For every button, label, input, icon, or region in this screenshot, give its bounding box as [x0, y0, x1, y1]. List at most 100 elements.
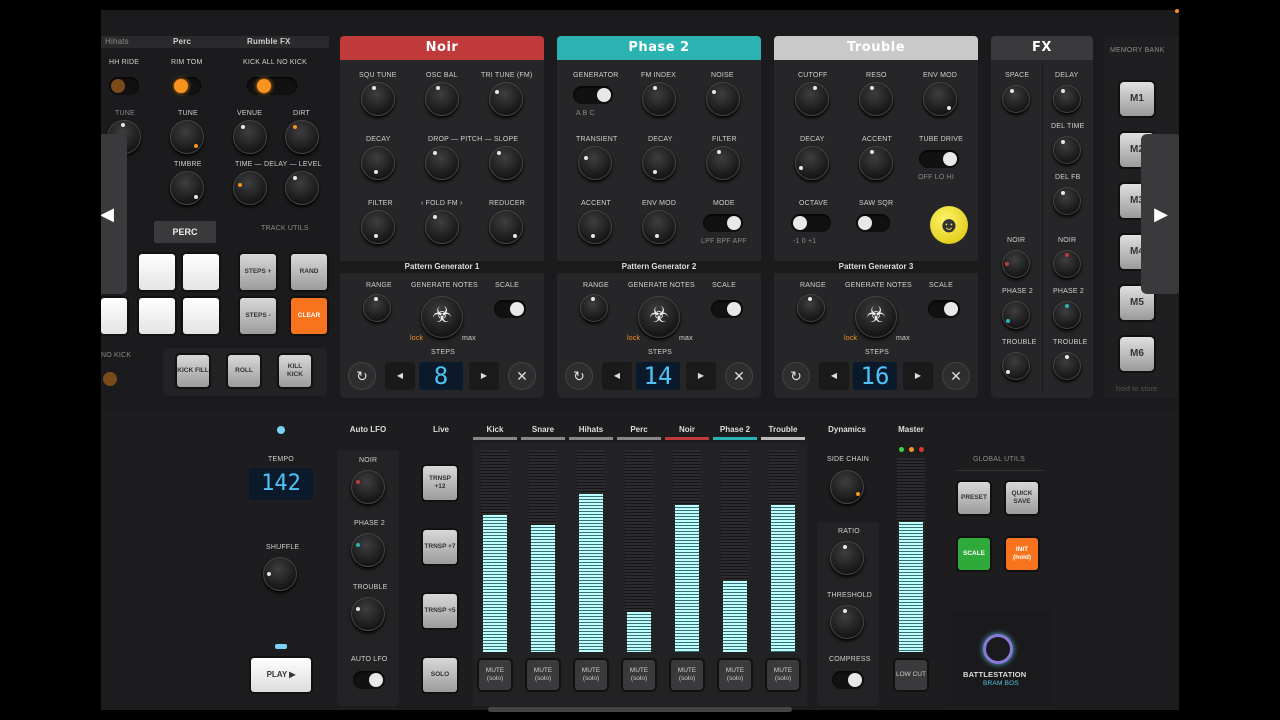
perc-button[interactable]: PERC — [154, 221, 216, 243]
master-fader[interactable] — [897, 458, 925, 652]
phase2-accent-knob[interactable] — [578, 210, 612, 244]
phase2-mode-switch[interactable] — [703, 214, 743, 232]
transpose-5-button[interactable]: TRNSP +5 — [423, 594, 457, 628]
fader-perc[interactable] — [625, 450, 653, 652]
tempo-display[interactable]: 142 — [249, 468, 313, 500]
phase2-generator-switch[interactable] — [573, 86, 613, 104]
lfo-noir-knob[interactable] — [351, 470, 385, 504]
fx-noir-send-2-knob[interactable] — [1053, 250, 1081, 278]
phase2-refresh-button[interactable]: ↻ — [566, 363, 592, 389]
phase2-filter-knob[interactable] — [706, 146, 740, 180]
venue-knob[interactable] — [233, 120, 267, 154]
play-button[interactable]: PLAY ▶ — [251, 658, 311, 692]
mute-snare[interactable]: MUTE (solo) — [527, 660, 559, 690]
noir-tri-tune-knob[interactable] — [489, 82, 523, 116]
solo-button[interactable]: SOLO — [423, 658, 457, 692]
mute-kick[interactable]: MUTE (solo) — [479, 660, 511, 690]
trouble-steps-down[interactable]: ◀ — [819, 362, 849, 390]
step-pad-4[interactable] — [139, 298, 175, 334]
mute-noir[interactable]: MUTE (solo) — [671, 660, 703, 690]
fader-snare[interactable] — [529, 450, 557, 652]
fx-delay-knob[interactable] — [1053, 85, 1081, 113]
kill-kick-button[interactable]: KILL KICK — [279, 355, 311, 387]
kick-fill-button[interactable]: KICK FILL — [177, 355, 209, 387]
noir-generate-notes-knob[interactable]: ☣ — [421, 296, 463, 338]
level-knob[interactable] — [285, 171, 319, 205]
fader-kick[interactable] — [481, 450, 509, 652]
phase2-generate-notes-knob[interactable]: ☣ — [638, 296, 680, 338]
step-pad-2[interactable] — [183, 254, 219, 290]
prev-page-tab[interactable]: ◀ — [101, 134, 127, 294]
scale-button[interactable]: SCALE — [958, 538, 990, 570]
trouble-accent-knob[interactable] — [859, 146, 893, 180]
clear-button[interactable]: CLEAR — [291, 298, 327, 334]
tab-hihats[interactable]: Hihats — [105, 37, 129, 46]
step-pad-1[interactable] — [139, 254, 175, 290]
phase2-scale-toggle[interactable] — [711, 300, 743, 318]
noir-squ-tune-knob[interactable] — [361, 82, 395, 116]
noir-filter-knob[interactable] — [361, 210, 395, 244]
auto-lfo-toggle[interactable] — [353, 671, 385, 689]
trouble-generate-notes-knob[interactable]: ☣ — [855, 296, 897, 338]
noir-steps-up[interactable]: ▶ — [469, 362, 499, 390]
noir-steps-down[interactable]: ◀ — [385, 362, 415, 390]
mute-hihats[interactable]: MUTE (solo) — [575, 660, 607, 690]
mute-phase2[interactable]: MUTE (solo) — [719, 660, 751, 690]
phase2-env-mod-knob[interactable] — [642, 210, 676, 244]
phase2-clear-button[interactable]: ✕ — [726, 363, 752, 389]
threshold-knob[interactable] — [830, 605, 864, 639]
init-button[interactable]: INIT (hold) — [1006, 538, 1038, 570]
lfo-trouble-knob[interactable] — [351, 597, 385, 631]
compress-toggle[interactable] — [832, 671, 864, 689]
transpose-12-button[interactable]: TRNSP +12 — [423, 466, 457, 500]
dirt-knob[interactable] — [285, 120, 319, 154]
memory-slot-m6[interactable]: M6 — [1120, 337, 1154, 371]
timbre-knob[interactable] — [170, 171, 204, 205]
fader-trouble[interactable] — [769, 450, 797, 652]
transpose-7-button[interactable]: TRNSP +7 — [423, 530, 457, 564]
phase2-noise-knob[interactable] — [706, 82, 740, 116]
mute-trouble[interactable]: MUTE (solo) — [767, 660, 799, 690]
step-pad-3[interactable] — [101, 298, 127, 334]
kick-mode-toggle[interactable] — [247, 77, 297, 95]
trouble-env-mod-knob[interactable] — [923, 82, 957, 116]
mute-perc[interactable]: MUTE (solo) — [623, 660, 655, 690]
fader-phase2[interactable] — [721, 450, 749, 652]
fx-noir-send-1-knob[interactable] — [1002, 250, 1030, 278]
trouble-cutoff-knob[interactable] — [795, 82, 829, 116]
fx-del-fb-knob[interactable] — [1053, 187, 1081, 215]
fx-space-knob[interactable] — [1002, 85, 1030, 113]
noir-refresh-button[interactable]: ↻ — [349, 363, 375, 389]
tab-perc[interactable]: Perc — [173, 37, 191, 46]
fx-phase2-send-1-knob[interactable] — [1002, 301, 1030, 329]
noir-scale-toggle[interactable] — [494, 300, 526, 318]
fx-phase2-send-2-knob[interactable] — [1053, 301, 1081, 329]
rand-button[interactable]: RAND — [291, 254, 327, 290]
quick-save-button[interactable]: QUICK SAVE — [1006, 482, 1038, 514]
lfo-phase2-knob[interactable] — [351, 533, 385, 567]
shuffle-knob[interactable] — [263, 557, 297, 591]
noir-reducer-knob[interactable] — [489, 210, 523, 244]
trouble-steps-up[interactable]: ▶ — [903, 362, 933, 390]
noir-range-knob[interactable] — [363, 294, 391, 322]
trouble-reso-knob[interactable] — [859, 82, 893, 116]
trouble-tube-drive-switch[interactable] — [919, 150, 959, 168]
noir-osc-bal-knob[interactable] — [425, 82, 459, 116]
step-pad-5[interactable] — [183, 298, 219, 334]
fx-del-time-knob[interactable] — [1053, 136, 1081, 164]
next-page-tab[interactable]: ▶ — [1141, 134, 1179, 294]
trouble-decay-knob[interactable] — [795, 146, 829, 180]
phase2-steps-down[interactable]: ◀ — [602, 362, 632, 390]
fader-noir[interactable] — [673, 450, 701, 652]
steps-plus-button[interactable]: STEPS + — [240, 254, 276, 290]
roll-button[interactable]: ROLL — [228, 355, 260, 387]
phase2-steps-up[interactable]: ▶ — [686, 362, 716, 390]
noir-fold-fm-knob[interactable] — [425, 210, 459, 244]
tune-knob-2[interactable] — [170, 120, 204, 154]
side-chain-knob[interactable] — [830, 470, 864, 504]
phase2-decay-knob[interactable] — [642, 146, 676, 180]
preset-button[interactable]: PRESET — [958, 482, 990, 514]
trouble-refresh-button[interactable]: ↻ — [783, 363, 809, 389]
tab-rumble-fx[interactable]: Rumble FX — [247, 37, 291, 46]
phase2-fm-index-knob[interactable] — [642, 82, 676, 116]
